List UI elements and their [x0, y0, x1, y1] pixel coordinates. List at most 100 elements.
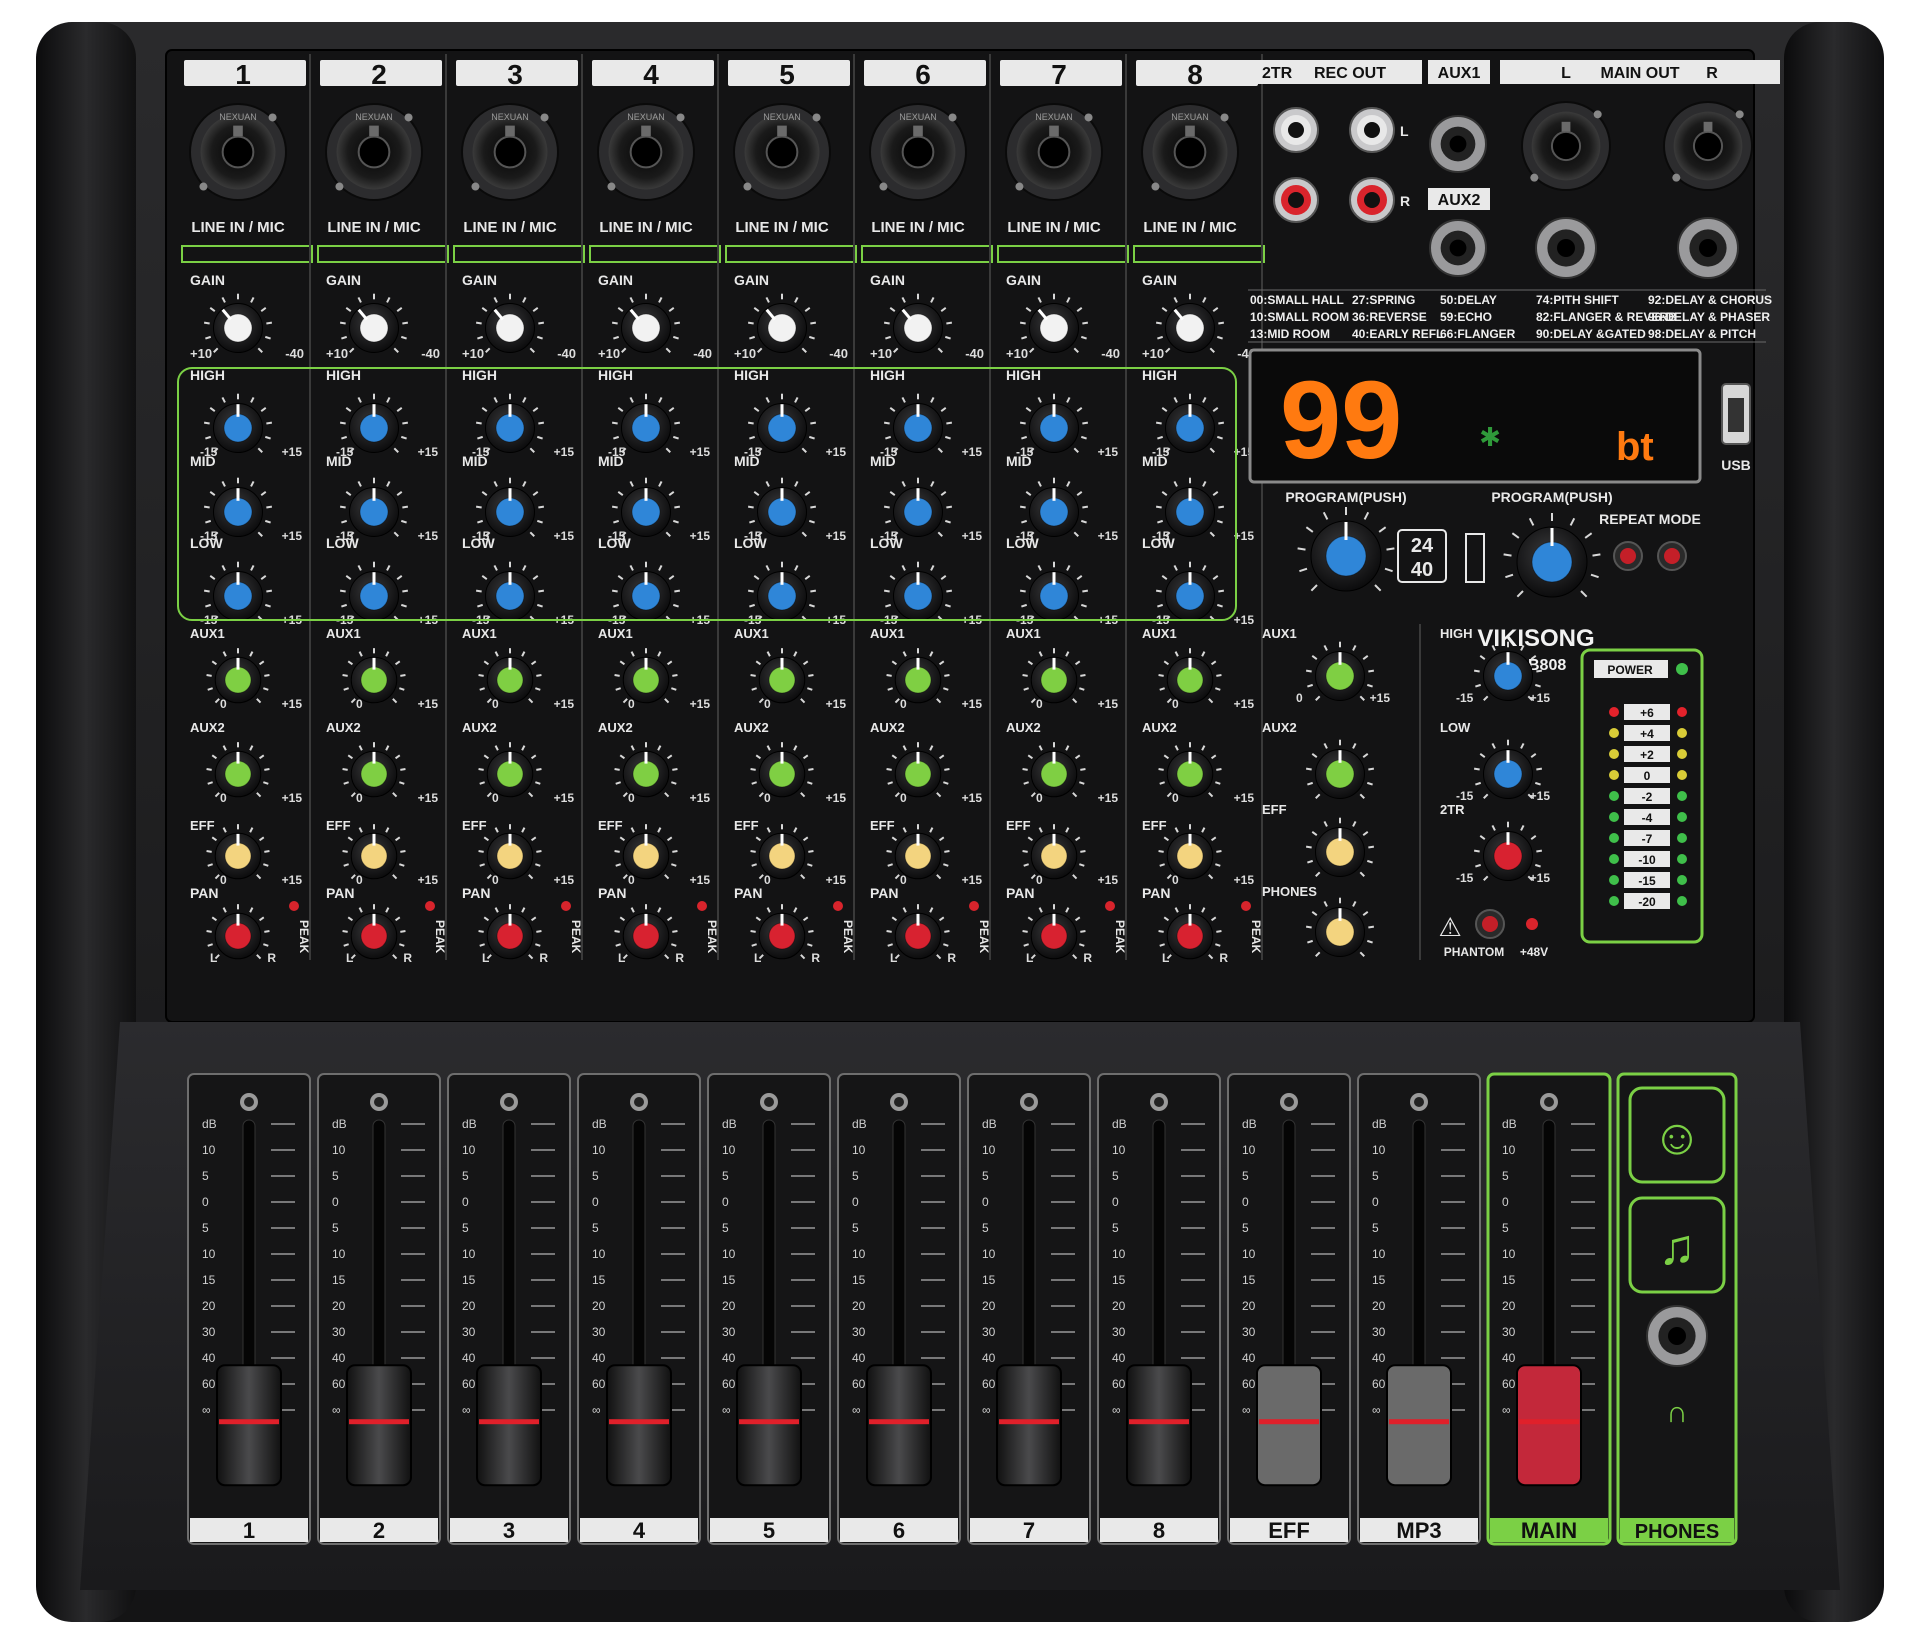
- fader-scale-label: 5: [462, 1169, 469, 1183]
- pan-label: PAN: [1006, 885, 1035, 901]
- aux1-out-jack[interactable]: [1429, 115, 1487, 173]
- send-max-label: +15: [418, 791, 439, 805]
- screw-head: [504, 1097, 514, 1107]
- gain-label: GAIN: [462, 272, 497, 288]
- aux1-send-label: AUX1: [870, 626, 905, 641]
- main-out-right-xlr[interactable]: [1663, 101, 1753, 191]
- send-max-label: +15: [282, 697, 303, 711]
- channel-7-fader-knob[interactable]: [996, 1364, 1062, 1487]
- repeat-mode-button[interactable]: [1657, 541, 1687, 571]
- fader-scale-label: 60: [1242, 1377, 1256, 1391]
- master-high-label: HIGH: [1440, 626, 1473, 641]
- repeat-mode-button[interactable]: [1613, 541, 1643, 571]
- brand-print: NEXUAN: [219, 112, 257, 122]
- program-number-readout: 99: [1280, 359, 1402, 482]
- peak-led: [697, 901, 707, 911]
- fader-scale-label: 30: [462, 1325, 476, 1339]
- fader-scale-label: 5: [332, 1221, 339, 1235]
- fader-scale-label: 10: [462, 1143, 476, 1157]
- fader-scale-label: dB: [1112, 1117, 1127, 1131]
- low-eq-label: LOW: [734, 535, 767, 551]
- fader-scale-label: 40: [1242, 1351, 1256, 1365]
- headphones-icon: ∩: [1666, 1396, 1688, 1429]
- fader-scale-label: 5: [592, 1169, 599, 1183]
- channel-number: 7: [1051, 59, 1067, 90]
- gain-min-label: +10: [598, 346, 620, 361]
- master-eq-max: +15: [1530, 691, 1551, 705]
- meter-led: [1677, 791, 1687, 801]
- eq-max-label: +15: [554, 529, 575, 543]
- plus48v-label: +48V: [1520, 945, 1548, 959]
- send-min-label: 0: [764, 697, 771, 711]
- rec-out-left[interactable]: [1349, 107, 1395, 153]
- program-left-label: PROGRAM(PUSH): [1285, 489, 1406, 505]
- channel-2-fader-knob[interactable]: [346, 1364, 412, 1487]
- fader-scale-label: 15: [202, 1273, 216, 1287]
- fader-scale-label: ∞: [722, 1403, 731, 1417]
- fader-scale-label: 60: [722, 1377, 736, 1391]
- phones-jack[interactable]: [1646, 1305, 1708, 1367]
- peak-led: [969, 901, 979, 911]
- channel-1-fader-knob[interactable]: [216, 1364, 282, 1487]
- meter-led: [1609, 728, 1619, 738]
- effect-preset-item: 36:REVERSE: [1352, 310, 1427, 324]
- eff-send-label: EFF: [190, 818, 215, 833]
- main-out-left-xlr[interactable]: [1521, 101, 1611, 191]
- channel-8-fader-knob[interactable]: [1126, 1364, 1192, 1487]
- channel-3-fader-knob[interactable]: [476, 1364, 542, 1487]
- fader-scale-label: 5: [722, 1169, 729, 1183]
- fader-scale-label: 30: [852, 1325, 866, 1339]
- twotr-left-in[interactable]: [1273, 107, 1319, 153]
- channel-5-fader-knob[interactable]: [736, 1364, 802, 1487]
- bluetooth-icon: ✱: [1479, 422, 1501, 452]
- pan-label: PAN: [870, 885, 899, 901]
- main-out-right-jack[interactable]: [1677, 217, 1739, 279]
- jack-label: LINE IN / MIC: [599, 219, 693, 236]
- fader-scale-label: 5: [592, 1221, 599, 1235]
- eq-max-label: +15: [1234, 613, 1255, 627]
- aux2-out-jack[interactable]: [1429, 219, 1487, 277]
- fader-scale-label: 60: [982, 1377, 996, 1391]
- meter-level-label: -15: [1638, 874, 1656, 888]
- meter-led: [1609, 749, 1619, 759]
- send-min-label: 0: [628, 697, 635, 711]
- eff-fader-knob[interactable]: [1256, 1364, 1322, 1487]
- rec-out-right[interactable]: [1349, 177, 1395, 223]
- send-min-label: 0: [492, 791, 499, 805]
- gain-min-label: +10: [1006, 346, 1028, 361]
- meter-level-label: -20: [1638, 895, 1656, 909]
- fader-scale-label: 0: [332, 1195, 339, 1209]
- phantom-led: [1526, 918, 1538, 930]
- send-max-label: +15: [1098, 697, 1119, 711]
- aux1-send-label: AUX1: [734, 626, 769, 641]
- fader-scale-label: 60: [1372, 1377, 1386, 1391]
- fader-scale-label: 10: [1242, 1143, 1256, 1157]
- screw-head: [374, 1097, 384, 1107]
- gain-label: GAIN: [190, 272, 225, 288]
- effect-preset-item: 40:EARLY REFL: [1352, 327, 1443, 341]
- main-fader-knob[interactable]: [1516, 1364, 1582, 1487]
- fader-scale-label: 10: [1112, 1143, 1126, 1157]
- channel-6-fader-knob[interactable]: [866, 1364, 932, 1487]
- astronaut-glyph: ☺: [1651, 1109, 1702, 1165]
- phantom-label: PHANTOM: [1444, 945, 1504, 959]
- pan-l-label: L: [890, 951, 897, 965]
- send-min-label: 0: [220, 873, 227, 887]
- channel-number: 8: [1187, 59, 1203, 90]
- channel-4-fader-knob[interactable]: [606, 1364, 672, 1487]
- fader-scale-label: ∞: [1242, 1403, 1251, 1417]
- peak-label: PEAK: [977, 920, 991, 954]
- fader-scale-label: 10: [1502, 1143, 1516, 1157]
- aux2-send-label: AUX2: [1142, 720, 1177, 735]
- repeat-mode-label: REPEAT MODE: [1599, 511, 1701, 527]
- fader-label: 2: [373, 1518, 385, 1543]
- send-min-label: 0: [1036, 791, 1043, 805]
- main-out-left-jack[interactable]: [1535, 217, 1597, 279]
- send-min-label: 0: [628, 873, 635, 887]
- send-min-label: 0: [1036, 873, 1043, 887]
- high-eq-label: HIGH: [1006, 367, 1041, 383]
- pan-l-label: L: [346, 951, 353, 965]
- mp3-fader-knob[interactable]: [1386, 1364, 1452, 1487]
- phantom-power-button[interactable]: [1475, 909, 1505, 939]
- twotr-right-in[interactable]: [1273, 177, 1319, 223]
